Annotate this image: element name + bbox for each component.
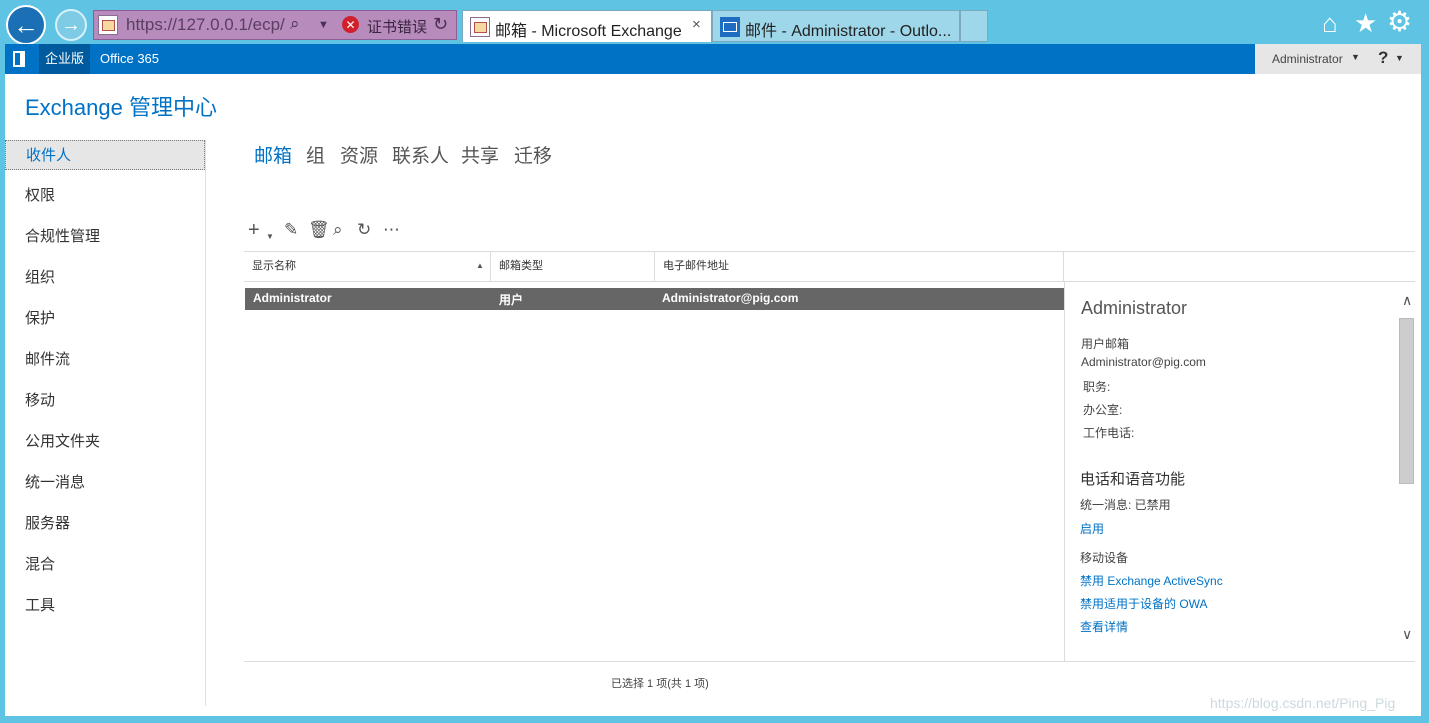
details-email: Administrator@pig.com bbox=[1081, 355, 1206, 369]
browser-tab-exchange[interactable]: 邮箱 - Microsoft Exchange × bbox=[462, 10, 712, 42]
sidebar-item-organization[interactable]: 组织 bbox=[5, 263, 205, 293]
tab-favicon-icon bbox=[470, 17, 490, 37]
tab-groups[interactable]: 组 bbox=[306, 141, 325, 168]
column-header-email[interactable]: 电子邮件地址 bbox=[655, 252, 1064, 281]
exchange-admin-center: 企业版 Office 365 Administrator ▼ ? ▼ Excha… bbox=[5, 44, 1421, 716]
forward-button[interactable]: → bbox=[55, 9, 87, 41]
cell-display-name: Administrator bbox=[253, 291, 332, 305]
details-work-phone-label: 工作电话: bbox=[1083, 426, 1135, 440]
gear-icon[interactable]: ⚙ bbox=[1387, 8, 1412, 36]
tab-shared[interactable]: 共享 bbox=[461, 141, 499, 168]
refresh-icon[interactable]: ↻ bbox=[433, 14, 448, 35]
details-pane: Administrator 用户邮箱 Administrator@pig.com… bbox=[1064, 282, 1422, 662]
sidebar-item-recipients[interactable]: 收件人 bbox=[5, 140, 205, 170]
sidebar-item-protection[interactable]: 保护 bbox=[5, 304, 205, 334]
sidebar-item-compliance[interactable]: 合规性管理 bbox=[5, 222, 205, 252]
sidebar-item-hybrid[interactable]: 混合 bbox=[5, 550, 205, 580]
search-icon[interactable]: ⌕ bbox=[333, 220, 343, 240]
mail-icon bbox=[720, 17, 740, 37]
mobile-heading: 移动设备 bbox=[1080, 551, 1129, 565]
pencil-icon[interactable]: ✎ bbox=[284, 220, 298, 240]
search-icon[interactable]: ⌕ bbox=[290, 14, 300, 34]
divider bbox=[244, 661, 1415, 662]
cert-error-icon[interactable]: ✕ bbox=[342, 16, 359, 33]
url-text[interactable]: https://127.0.0.1/ecp/ bbox=[126, 15, 285, 35]
tab-title: 邮件 - Administrator - Outlo... bbox=[745, 23, 952, 40]
scroll-down-icon[interactable]: ∨ bbox=[1402, 626, 1412, 643]
home-icon[interactable]: ⌂ bbox=[1322, 10, 1338, 36]
voice-heading: 电话和语音功能 bbox=[1080, 471, 1186, 488]
tab-mailboxes[interactable]: 邮箱 bbox=[254, 141, 292, 168]
details-title-label: 职务: bbox=[1083, 380, 1111, 394]
tab-title: 邮箱 - Microsoft Exchange bbox=[495, 23, 682, 40]
address-bar[interactable]: https://127.0.0.1/ecp/ ⌕ ▼ ✕ 证书错误 ↻ bbox=[93, 10, 457, 40]
sidebar-item-mail-flow[interactable]: 邮件流 bbox=[5, 345, 205, 375]
scrollbar-thumb[interactable] bbox=[1399, 318, 1414, 484]
column-header-display-name[interactable]: 显示名称 bbox=[244, 252, 491, 281]
page-favicon-icon bbox=[98, 15, 118, 35]
sidebar: 收件人 权限 合规性管理 组织 保护 邮件流 移动 公用文件夹 统一消息 服务器… bbox=[5, 140, 206, 706]
back-button[interactable]: ← bbox=[6, 5, 46, 45]
tab-migration[interactable]: 迁移 bbox=[514, 141, 552, 168]
disable-owa-link[interactable]: 禁用适用于设备的 OWA bbox=[1080, 595, 1208, 612]
disable-activesync-link[interactable]: 禁用 Exchange ActiveSync bbox=[1080, 572, 1223, 589]
chevron-down-icon[interactable]: ▼ bbox=[1351, 52, 1360, 62]
page-title: Exchange 管理中心 bbox=[25, 95, 217, 120]
refresh-icon[interactable]: ↻ bbox=[357, 220, 371, 240]
close-icon[interactable]: × bbox=[692, 16, 701, 33]
grid-header: 显示名称 ▲ 邮箱类型 电子邮件地址 bbox=[244, 251, 1415, 282]
watermark: https://blog.csdn.net/Ping_Pig bbox=[1210, 695, 1396, 711]
browser-chrome: ← → https://127.0.0.1/ecp/ ⌕ ▼ ✕ 证书错误 ↻ … bbox=[0, 0, 1429, 45]
cell-email: Administrator@pig.com bbox=[662, 291, 799, 305]
chevron-down-icon[interactable]: ▼ bbox=[318, 19, 329, 31]
user-name[interactable]: Administrator bbox=[1272, 52, 1343, 66]
table-row[interactable]: Administrator 用户 Administrator@pig.com bbox=[245, 288, 1064, 310]
chevron-down-icon[interactable]: ▼ bbox=[266, 227, 274, 247]
details-office-label: 办公室: bbox=[1083, 403, 1123, 417]
sidebar-item-tools[interactable]: 工具 bbox=[5, 591, 205, 621]
sidebar-item-unified-messaging[interactable]: 统一消息 bbox=[5, 468, 205, 498]
details-type: 用户邮箱 bbox=[1081, 337, 1130, 351]
office-logo-icon[interactable] bbox=[13, 51, 25, 67]
sidebar-item-public-folders[interactable]: 公用文件夹 bbox=[5, 427, 205, 457]
cert-error-text[interactable]: 证书错误 bbox=[367, 16, 427, 37]
user-menu[interactable]: Administrator ▼ ? ▼ bbox=[1255, 44, 1421, 74]
more-icon[interactable]: ⋯ bbox=[383, 220, 400, 240]
favorites-star-icon[interactable]: ★ bbox=[1354, 10, 1377, 36]
selection-status: 已选择 1 项(共 1 项) bbox=[611, 678, 709, 690]
um-status: 统一消息: 已禁用 bbox=[1080, 498, 1171, 512]
tab-resources[interactable]: 资源 bbox=[340, 141, 378, 168]
top-nav-bar: 企业版 Office 365 Administrator ▼ ? ▼ bbox=[5, 44, 1421, 74]
enable-um-link[interactable]: 启用 bbox=[1080, 520, 1104, 537]
view-details-link[interactable]: 查看详情 bbox=[1080, 618, 1128, 635]
details-name: Administrator bbox=[1081, 298, 1188, 318]
nav-office365[interactable]: Office 365 bbox=[100, 44, 159, 74]
add-icon[interactable]: + bbox=[248, 220, 260, 240]
sort-ascending-icon: ▲ bbox=[476, 261, 484, 270]
sidebar-item-permissions[interactable]: 权限 bbox=[5, 181, 205, 211]
help-button[interactable]: ? bbox=[1378, 48, 1388, 68]
sidebar-item-mobile[interactable]: 移动 bbox=[5, 386, 205, 416]
cell-mailbox-type: 用户 bbox=[499, 293, 524, 307]
browser-tab-outlook[interactable]: 邮件 - Administrator - Outlo... bbox=[712, 10, 960, 42]
sidebar-item-servers[interactable]: 服务器 bbox=[5, 509, 205, 539]
tab-contacts[interactable]: 联系人 bbox=[392, 141, 449, 168]
chevron-down-icon[interactable]: ▼ bbox=[1395, 53, 1404, 63]
column-header-mailbox-type[interactable]: 邮箱类型 bbox=[491, 252, 655, 281]
nav-enterprise[interactable]: 企业版 bbox=[39, 44, 91, 74]
new-tab-button[interactable] bbox=[960, 10, 988, 42]
trash-icon[interactable]: 🗑 bbox=[308, 220, 330, 240]
scroll-up-icon[interactable]: ∧ bbox=[1402, 292, 1412, 309]
